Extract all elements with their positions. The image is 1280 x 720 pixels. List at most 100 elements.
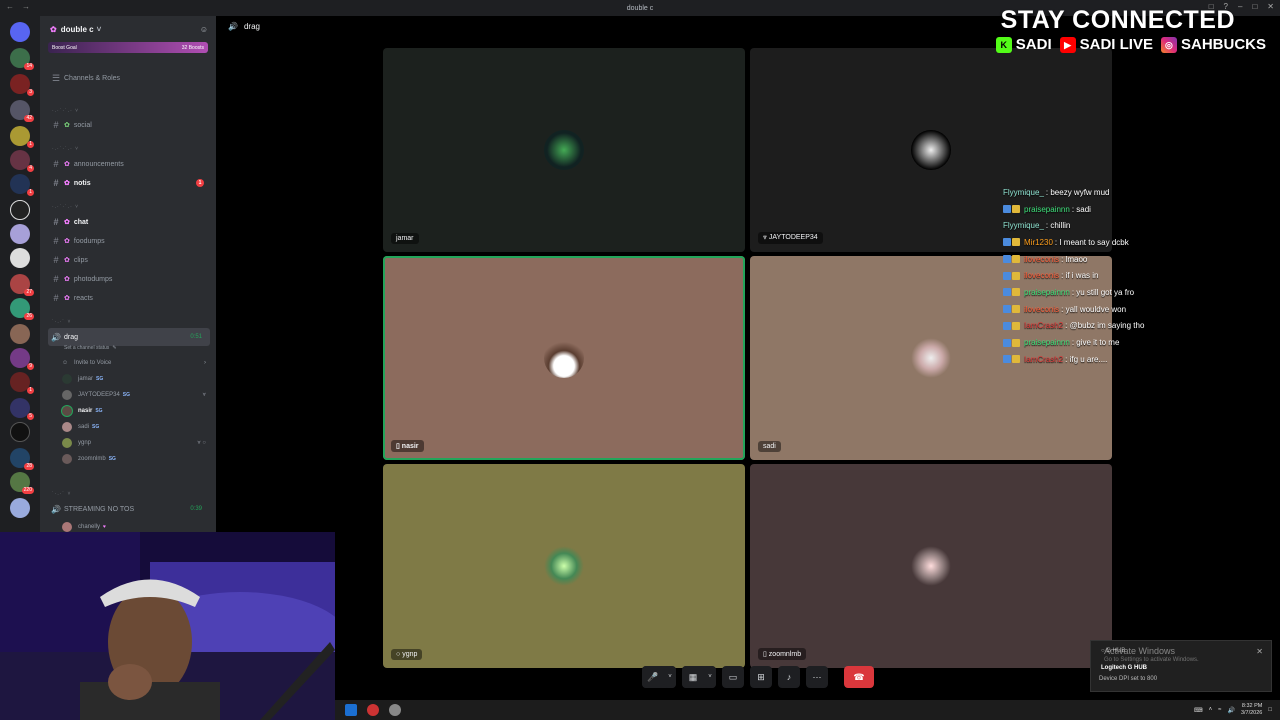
voice-member[interactable]: chanelly ♥ xyxy=(62,519,210,532)
server-icon[interactable] xyxy=(10,224,30,244)
category-decoration[interactable]: ·.·˙·˙.· ˅ xyxy=(52,204,79,210)
channels-roles-link[interactable]: ☰ Channels & Roles xyxy=(48,70,210,86)
wifi-icon[interactable]: ≈ xyxy=(1218,707,1221,713)
mic-control-group[interactable]: 🎤 ˅ xyxy=(642,666,676,688)
home-icon[interactable] xyxy=(10,22,30,42)
server-icon[interactable] xyxy=(10,498,30,518)
pencil-icon: ✎ xyxy=(112,345,117,351)
server-icon[interactable]: 220 xyxy=(10,472,34,494)
invite-icon: ☺ xyxy=(62,360,69,366)
channel-announcements[interactable]: # ✿ announcements xyxy=(48,156,210,172)
guild-header[interactable]: ✿ double c ˅ ☺ xyxy=(40,16,216,42)
keyboard-icon[interactable]: ⌨ xyxy=(1194,707,1203,714)
disconnect-button[interactable]: ☎ xyxy=(844,666,874,688)
server-badge: 4 xyxy=(27,165,34,172)
server-icon[interactable]: 4 xyxy=(10,150,34,172)
channel-name: photodumps xyxy=(73,275,113,283)
notification-icon[interactable]: □ xyxy=(1268,707,1272,713)
chat-message: praisepainnn: yu still got ya fro xyxy=(1003,284,1263,301)
server-icon[interactable]: 3 xyxy=(10,74,34,96)
camera-off-icon[interactable]: ▦ xyxy=(682,666,704,688)
microphone-icon[interactable]: 🎤 xyxy=(642,666,664,688)
boost-goal-bar[interactable]: Boost Goal 32 Boosts xyxy=(48,42,208,53)
voice-member[interactable]: JAYTODEEP34 SG ⩔ xyxy=(62,387,210,403)
close-icon[interactable]: ✕ xyxy=(1256,647,1263,656)
channel-photodumps[interactable]: # ✿ photodumps xyxy=(48,271,210,287)
chat-message: iloveconis: yall wouldve won xyxy=(1003,301,1263,318)
minimize-icon[interactable]: – xyxy=(1238,2,1242,11)
server-icon[interactable] xyxy=(10,200,30,220)
speaker-icon: 🔊 xyxy=(51,504,61,514)
server-icon[interactable]: 27 xyxy=(10,274,34,296)
server-icon[interactable] xyxy=(10,248,30,268)
server-icon[interactable]: 9 xyxy=(10,348,34,370)
voice-channel-streaming[interactable]: 🔊 STREAMING NO TOS 0:39 xyxy=(48,501,210,517)
server-icon[interactable]: 1 xyxy=(10,174,34,196)
voice-member[interactable]: sadi SG xyxy=(62,419,210,435)
chat-username: iloveconis xyxy=(1024,271,1060,281)
channel-reacts[interactable]: # ✿ reacts xyxy=(48,290,210,306)
chevron-down-icon[interactable]: ˅ xyxy=(704,666,716,688)
member-name: ygnp xyxy=(78,440,92,446)
back-icon[interactable]: ← xyxy=(6,2,14,11)
chat-username: IamCrash2 xyxy=(1024,354,1064,364)
category-decoration[interactable]: ·.·˙·˙.· ˅ xyxy=(52,108,79,114)
avatar xyxy=(62,406,72,416)
server-icon[interactable]: 14 xyxy=(10,48,34,70)
participant-tile[interactable]: jamar xyxy=(383,48,745,252)
server-icon[interactable]: 1 xyxy=(10,126,34,148)
channel-notis[interactable]: # ✿ notis 1 xyxy=(48,175,210,191)
category-decoration[interactable]: ˙·.·˙ ˅ xyxy=(52,319,71,325)
participant-tile[interactable]: ○ ygnp xyxy=(383,464,745,668)
server-icon[interactable]: 42 xyxy=(10,100,34,122)
category-decoration[interactable]: ·.·˙·˙.· ˅ xyxy=(52,146,79,152)
member-tag: SG xyxy=(95,408,103,414)
voice-member[interactable]: ygnp ⩔ ○ xyxy=(62,435,210,451)
taskbar-app-icon[interactable] xyxy=(345,704,357,716)
camera-control-group[interactable]: ▦ ˅ xyxy=(682,666,716,688)
add-member-icon[interactable]: ☺ xyxy=(200,25,208,34)
channel-foodumps[interactable]: # ✿ foodumps xyxy=(48,233,210,249)
voice-member[interactable]: nasir SG xyxy=(62,403,210,419)
chat-badge-icon xyxy=(1012,305,1020,314)
chat-badge-icon xyxy=(1012,338,1020,347)
channel-name: notis xyxy=(73,179,91,187)
channel-chat[interactable]: # ✿ chat xyxy=(48,214,210,230)
close-window-icon[interactable]: ✕ xyxy=(1267,2,1274,11)
forward-icon[interactable]: → xyxy=(22,2,30,11)
invite-to-voice[interactable]: ☺ Invite to Voice › xyxy=(62,355,210,371)
channel-name: foodumps xyxy=(73,237,105,245)
category-decoration[interactable]: ˙·.·˙ ˅ xyxy=(52,491,71,497)
participant-tile[interactable]: ▯ nasir xyxy=(383,256,745,460)
kick-name: SADI xyxy=(1015,36,1052,53)
chevron-down-icon[interactable]: ˅ xyxy=(664,666,676,688)
chevron-up-icon[interactable]: ˄ xyxy=(1209,707,1213,713)
voice-member[interactable]: zoomnlmb SG xyxy=(62,451,210,467)
channel-social[interactable]: # ✿ social xyxy=(48,117,210,133)
maximize-icon[interactable]: □ xyxy=(1252,2,1257,11)
activities-icon[interactable]: ⊞ xyxy=(750,666,772,688)
channel-clips[interactable]: # ✿ clips xyxy=(48,252,210,268)
channel-status-prompt[interactable]: Set a channel status ✎ xyxy=(64,343,216,353)
member-tag: SG xyxy=(122,392,131,398)
voice-member[interactable]: jamar SG xyxy=(62,371,210,387)
server-icon[interactable]: 26 xyxy=(10,298,34,320)
avatar xyxy=(62,438,72,448)
avatar xyxy=(62,454,72,464)
server-icon[interactable]: 28 xyxy=(10,448,34,470)
screen-share-icon[interactable]: ▭ xyxy=(722,666,744,688)
screen: ← → double c □ ? – □ ✕ 14 3 42 1 4 1 27 … xyxy=(0,0,1280,720)
taskbar-app-icon[interactable] xyxy=(389,704,401,716)
server-icon[interactable]: 1 xyxy=(10,372,34,394)
volume-icon[interactable]: 🔊 xyxy=(1227,707,1234,714)
clock[interactable]: 8:32 PM 3/7/2026 xyxy=(1241,703,1262,717)
more-options-icon[interactable]: ⋯ xyxy=(806,666,828,688)
taskbar-app-icon[interactable] xyxy=(367,704,379,716)
server-icon[interactable] xyxy=(10,324,30,344)
soundboard-icon[interactable]: ♪ xyxy=(778,666,800,688)
channel-name: clips xyxy=(73,256,88,264)
server-icon[interactable]: 5 xyxy=(10,398,34,420)
chat-message: iloveconis: lmaoo xyxy=(1003,251,1263,268)
participant-tile[interactable]: ▯ zoomnlmb xyxy=(750,464,1112,668)
server-icon[interactable] xyxy=(10,422,30,442)
